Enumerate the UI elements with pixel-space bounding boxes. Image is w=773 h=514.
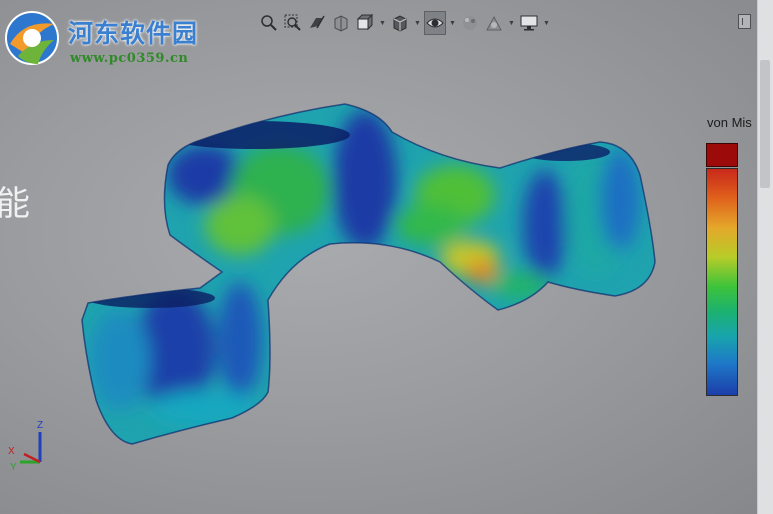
hide-show-items-icon [426, 18, 444, 28]
x-axis-label: X [8, 446, 15, 457]
legend-tick-label [740, 382, 750, 394]
previous-view-button[interactable] [306, 11, 328, 35]
view-settings-button[interactable] [518, 11, 540, 35]
collapse-panel-button[interactable] [738, 14, 751, 29]
graphics-viewport[interactable]: 河东软件园 www.pc0359.cn ▼ ▼ ▼ ▼ ▼ von Mis 能 … [0, 0, 757, 514]
part-surface [82, 104, 655, 444]
zoom-area-button[interactable] [282, 11, 304, 35]
previous-view-icon [310, 15, 325, 29]
legend-tick-label [740, 288, 750, 300]
apply-scene-button[interactable] [483, 11, 505, 35]
zoom-to-fit-icon [261, 15, 277, 31]
view-orientation-button[interactable] [354, 11, 376, 35]
display-style-icon [393, 15, 407, 32]
stress-plot-model[interactable] [0, 0, 757, 514]
y-axis-label: Y [10, 462, 17, 470]
zoom-area-icon [284, 14, 301, 31]
apply-scene-dropdown[interactable]: ▼ [507, 11, 516, 35]
legend-tick-label [740, 170, 750, 182]
legend-tick-label [740, 311, 750, 323]
view-settings-icon [520, 15, 538, 31]
z-axis-label: Z [37, 420, 43, 431]
legend-tick-label [740, 264, 750, 276]
cropped-text-fragment: 能 [0, 184, 30, 224]
heads-up-view-toolbar: ▼ ▼ ▼ ▼ ▼ [258, 9, 551, 37]
display-style-button[interactable] [389, 11, 411, 35]
view-orientation-icon [356, 14, 374, 31]
scrollbar-thumb[interactable] [760, 60, 770, 188]
hide-show-items-button[interactable] [424, 11, 446, 35]
edit-appearance-icon [463, 16, 477, 30]
watermark-title: 河东软件园 [68, 19, 199, 48]
watermark-logo-icon [5, 11, 59, 65]
view-orientation-dropdown[interactable]: ▼ [378, 11, 387, 35]
legend-tick-label [740, 217, 750, 229]
section-view-icon [334, 15, 348, 32]
section-view-button[interactable] [330, 11, 352, 35]
display-style-dropdown[interactable]: ▼ [413, 11, 422, 35]
legend-tick-label [740, 358, 750, 370]
hide-show-items-dropdown[interactable]: ▼ [448, 11, 457, 35]
legend-tick-label [740, 335, 750, 347]
legend-color-bar [706, 168, 738, 396]
apply-scene-icon [486, 15, 502, 31]
axis-triad: Z X Y [8, 420, 43, 470]
edit-appearance-button[interactable] [459, 11, 481, 35]
watermark-url: www.pc0359.cn [70, 51, 189, 66]
legend-tick-label [740, 241, 750, 253]
legend-title: von Mis [707, 115, 752, 130]
legend-max-color [706, 143, 738, 167]
zoom-to-fit-button[interactable] [258, 11, 280, 35]
legend-tick-label [740, 194, 750, 206]
view-settings-dropdown[interactable]: ▼ [542, 11, 551, 35]
watermark: 河东软件园 www.pc0359.cn [4, 8, 214, 68]
